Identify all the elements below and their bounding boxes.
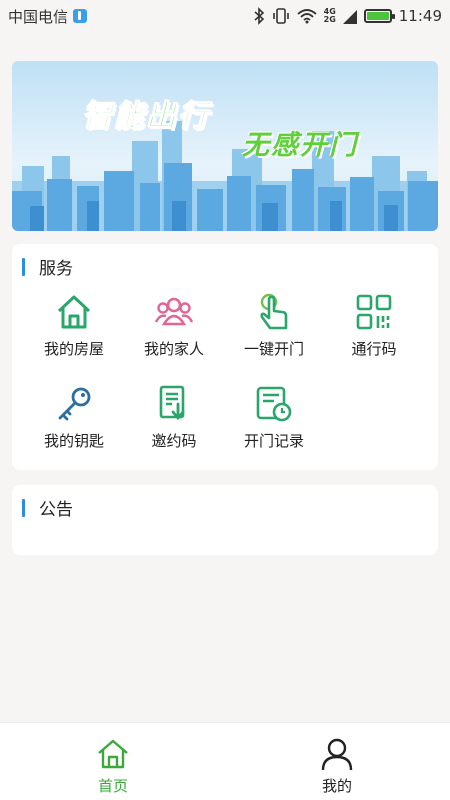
home-icon bbox=[98, 739, 128, 769]
services-header: 服务 bbox=[22, 254, 73, 279]
signal-icon bbox=[342, 10, 357, 24]
services-card: 服务 我的房屋 我的家人 一键开门 通行码 我的钥匙 邀约码 开门记录 bbox=[12, 244, 438, 470]
wifi-icon bbox=[297, 9, 317, 24]
battery-icon bbox=[363, 9, 395, 23]
service-label: 我的钥匙 bbox=[43, 432, 104, 450]
bottom-tab-bar: 首页 我的 bbox=[0, 722, 450, 800]
service-door-record[interactable]: 开门记录 bbox=[229, 384, 319, 451]
title-accent-bar bbox=[22, 498, 25, 517]
service-pass-code[interactable]: 通行码 bbox=[329, 292, 419, 359]
service-my-family[interactable]: 我的家人 bbox=[129, 292, 219, 359]
service-invite-code[interactable]: 邀约码 bbox=[129, 384, 219, 451]
status-bar: 中国电信 4G 2G 11:49 bbox=[0, 0, 450, 32]
notice-header: 公告 bbox=[22, 495, 73, 520]
user-icon bbox=[321, 738, 353, 771]
tab-home[interactable]: 首页 bbox=[73, 737, 153, 796]
service-label: 我的房屋 bbox=[43, 340, 104, 358]
service-label: 开门记录 bbox=[243, 432, 304, 450]
service-label: 一键开门 bbox=[243, 340, 304, 358]
services-title: 服务 bbox=[39, 259, 73, 279]
usb-icon bbox=[73, 9, 88, 23]
touch-icon bbox=[260, 293, 288, 330]
banner[interactable]: 智能出行 无感开门 bbox=[12, 61, 438, 231]
title-accent-bar bbox=[22, 257, 25, 276]
banner-subheadline: 无感开门 bbox=[242, 130, 358, 161]
tab-mine-label: 我的 bbox=[321, 777, 352, 795]
notice-title: 公告 bbox=[39, 500, 73, 520]
invite-icon bbox=[159, 385, 185, 421]
service-my-key[interactable]: 我的钥匙 bbox=[29, 384, 119, 451]
service-label: 通行码 bbox=[351, 340, 397, 358]
record-icon bbox=[256, 386, 292, 422]
service-label: 邀约码 bbox=[151, 432, 197, 450]
key-icon bbox=[58, 387, 91, 421]
network-type: 4G 2G bbox=[324, 8, 336, 24]
tab-home-label: 首页 bbox=[97, 777, 128, 795]
notice-card[interactable]: 公告 bbox=[12, 485, 438, 555]
family-icon bbox=[154, 297, 194, 326]
carrier-name: 中国电信 bbox=[8, 7, 69, 26]
bluetooth-icon bbox=[254, 7, 264, 25]
banner-headline: 智能出行 bbox=[82, 99, 210, 135]
service-label: 我的家人 bbox=[143, 340, 204, 358]
house-icon bbox=[57, 295, 91, 329]
vibrate-icon bbox=[272, 8, 289, 24]
tab-mine[interactable]: 我的 bbox=[297, 737, 377, 796]
city-skyline-image bbox=[12, 121, 438, 231]
service-one-key-open[interactable]: 一键开门 bbox=[229, 292, 319, 359]
service-my-house[interactable]: 我的房屋 bbox=[29, 292, 119, 359]
network-bottom: 2G bbox=[323, 15, 336, 24]
qrcode-icon bbox=[356, 294, 392, 330]
clock: 11:49 bbox=[398, 7, 442, 25]
